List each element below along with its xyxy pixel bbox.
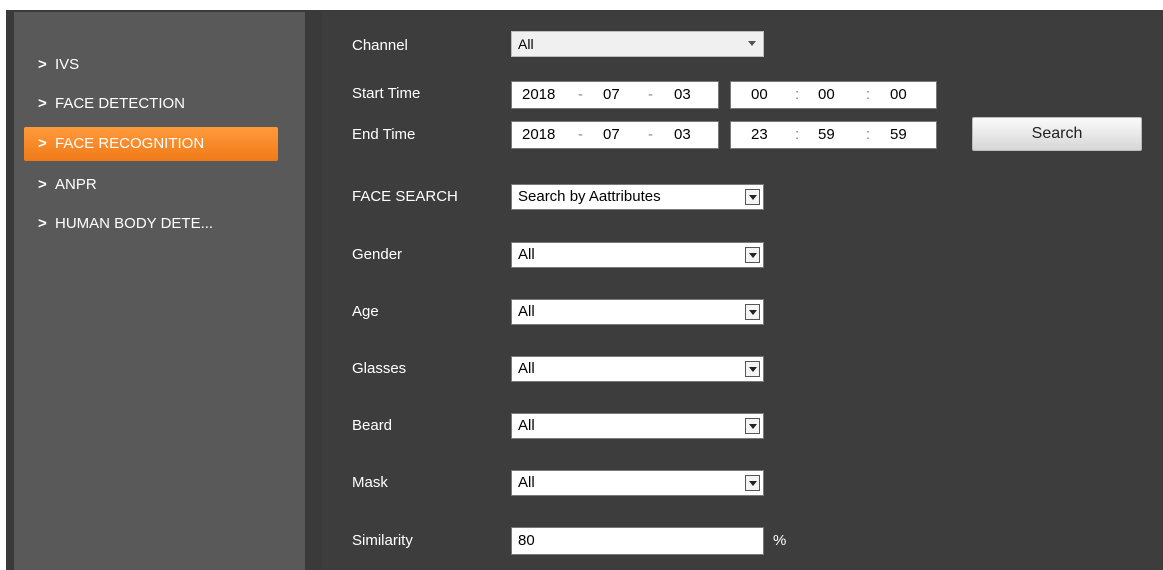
start-hour: 00 [751, 86, 768, 103]
sidebar: > IVS > FACE DETECTION > FACE RECOGNITION >… [14, 12, 305, 570]
time-separator: : [866, 86, 871, 103]
start-month: 07 [603, 86, 620, 103]
similarity-input[interactable]: 80 [511, 527, 764, 555]
end-hour: 23 [751, 126, 768, 143]
chevron-down-icon [745, 189, 760, 205]
sidebar-item-ivs[interactable]: > IVS [24, 48, 278, 82]
start-minute: 00 [818, 86, 835, 103]
glasses-value: All [518, 360, 535, 377]
end-time-label: End Time [352, 126, 416, 143]
face-search-value: Search by Aattributes [518, 188, 661, 205]
age-label: Age [352, 303, 379, 320]
chevron-right-icon: > [38, 56, 47, 73]
chevron-down-icon [745, 36, 760, 52]
chevron-down-icon [745, 418, 760, 434]
beard-select[interactable]: All [511, 413, 764, 439]
start-date-field[interactable]: 2018 - 07 - 03 [511, 81, 719, 109]
sidebar-item-label: IVS [55, 56, 80, 73]
chevron-right-icon: > [38, 176, 47, 193]
mask-select[interactable]: All [511, 470, 764, 496]
end-month: 07 [603, 126, 620, 143]
time-separator: : [795, 126, 800, 143]
sidebar-item-anpr[interactable]: > ANPR [24, 168, 278, 202]
date-separator: - [578, 86, 583, 103]
chevron-right-icon: > [38, 95, 47, 112]
chevron-down-icon [745, 304, 760, 320]
sidebar-item-face-detection[interactable]: > FACE DETECTION [24, 87, 278, 121]
age-value: All [518, 303, 535, 320]
chevron-down-icon [745, 361, 760, 377]
start-day: 03 [674, 86, 691, 103]
channel-value: All [518, 36, 534, 52]
date-separator: - [648, 86, 653, 103]
mask-label: Mask [352, 474, 388, 491]
end-year: 2018 [522, 126, 556, 143]
channel-label: Channel [352, 37, 408, 54]
gender-select[interactable]: All [511, 242, 764, 268]
age-select[interactable]: All [511, 299, 764, 325]
search-button[interactable]: Search [972, 117, 1142, 151]
chevron-right-icon: > [38, 135, 47, 152]
sidebar-item-label: FACE DETECTION [55, 95, 186, 112]
gender-value: All [518, 246, 535, 263]
beard-label: Beard [352, 417, 393, 434]
date-separator: - [578, 126, 583, 143]
face-search-label: FACE SEARCH [352, 188, 458, 205]
end-date-field[interactable]: 2018 - 07 - 03 [511, 121, 719, 149]
sidebar-item-face-recognition[interactable]: > FACE RECOGNITION [24, 127, 278, 161]
start-year: 2018 [522, 86, 556, 103]
date-separator: - [648, 126, 653, 143]
sidebar-item-label: FACE RECOGNITION [55, 135, 205, 152]
chevron-down-icon [745, 247, 760, 263]
end-second: 59 [890, 126, 907, 143]
start-second: 00 [890, 86, 907, 103]
sidebar-item-human-body-detection[interactable]: > HUMAN BODY DETE... [24, 207, 278, 241]
sidebar-item-label: ANPR [55, 176, 97, 193]
gender-label: Gender [352, 246, 403, 263]
similarity-label: Similarity [352, 532, 413, 549]
time-separator: : [866, 126, 871, 143]
start-time-field[interactable]: 00 : 00 : 00 [730, 81, 937, 109]
glasses-select[interactable]: All [511, 356, 764, 382]
channel-select[interactable]: All [511, 31, 764, 57]
beard-value: All [518, 417, 535, 434]
end-day: 03 [674, 126, 691, 143]
face-search-select[interactable]: Search by Aattributes [511, 184, 764, 210]
time-separator: : [795, 86, 800, 103]
chevron-down-icon [745, 475, 760, 491]
end-time-field[interactable]: 23 : 59 : 59 [730, 121, 937, 149]
start-time-label: Start Time [352, 85, 421, 102]
chevron-right-icon: > [38, 215, 47, 232]
glasses-label: Glasses [352, 360, 407, 377]
mask-value: All [518, 474, 535, 491]
end-minute: 59 [818, 126, 835, 143]
sidebar-item-label: HUMAN BODY DETE... [55, 215, 214, 232]
similarity-unit: % [773, 532, 787, 549]
